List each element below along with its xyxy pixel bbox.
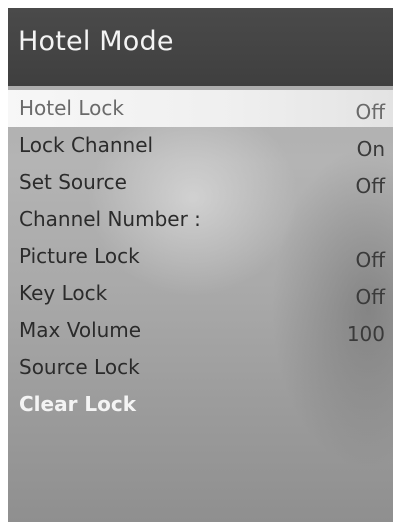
menu-item-label: Clear Lock	[19, 392, 137, 416]
menu-item-label: Channel Number :	[19, 207, 201, 231]
menu-item-source-lock[interactable]: Source Lock	[8, 349, 393, 386]
clear-lock-button[interactable]: Clear Lock	[8, 386, 393, 423]
menu-item-value: Off	[355, 248, 385, 272]
menu-item-max-volume[interactable]: Max Volume 100	[8, 312, 393, 349]
menu-item-value: Off	[355, 174, 385, 198]
menu-item-channel-number[interactable]: Channel Number :	[8, 201, 393, 238]
menu-item-label: Hotel Lock	[19, 96, 124, 120]
menu-item-label: Max Volume	[19, 318, 142, 342]
menu-item-label: Picture Lock	[19, 244, 140, 268]
menu-item-set-source[interactable]: Set Source Off	[8, 164, 393, 201]
menu-item-label: Key Lock	[19, 281, 108, 305]
page-title: Hotel Mode	[18, 26, 174, 57]
menu-item-picture-lock[interactable]: Picture Lock Off	[8, 238, 393, 275]
tv-osd-screen: Hotel Mode Hotel Lock Off Lock Channel O…	[8, 8, 393, 522]
menu-item-label: Set Source	[19, 170, 127, 194]
menu-item-value: Off	[355, 285, 385, 309]
menu-item-value: Off	[355, 100, 385, 124]
menu-item-hotel-lock[interactable]: Hotel Lock Off	[8, 90, 393, 127]
menu-item-label: Lock Channel	[19, 133, 154, 157]
menu-item-key-lock[interactable]: Key Lock Off	[8, 275, 393, 312]
menu-item-value: On	[356, 137, 385, 161]
menu-item-label: Source Lock	[19, 355, 140, 379]
menu-item-lock-channel[interactable]: Lock Channel On	[8, 127, 393, 164]
title-bar: Hotel Mode	[8, 8, 393, 86]
hotel-mode-menu: Hotel Lock Off Lock Channel On Set Sourc…	[8, 90, 393, 423]
menu-item-value: 100	[346, 322, 385, 346]
